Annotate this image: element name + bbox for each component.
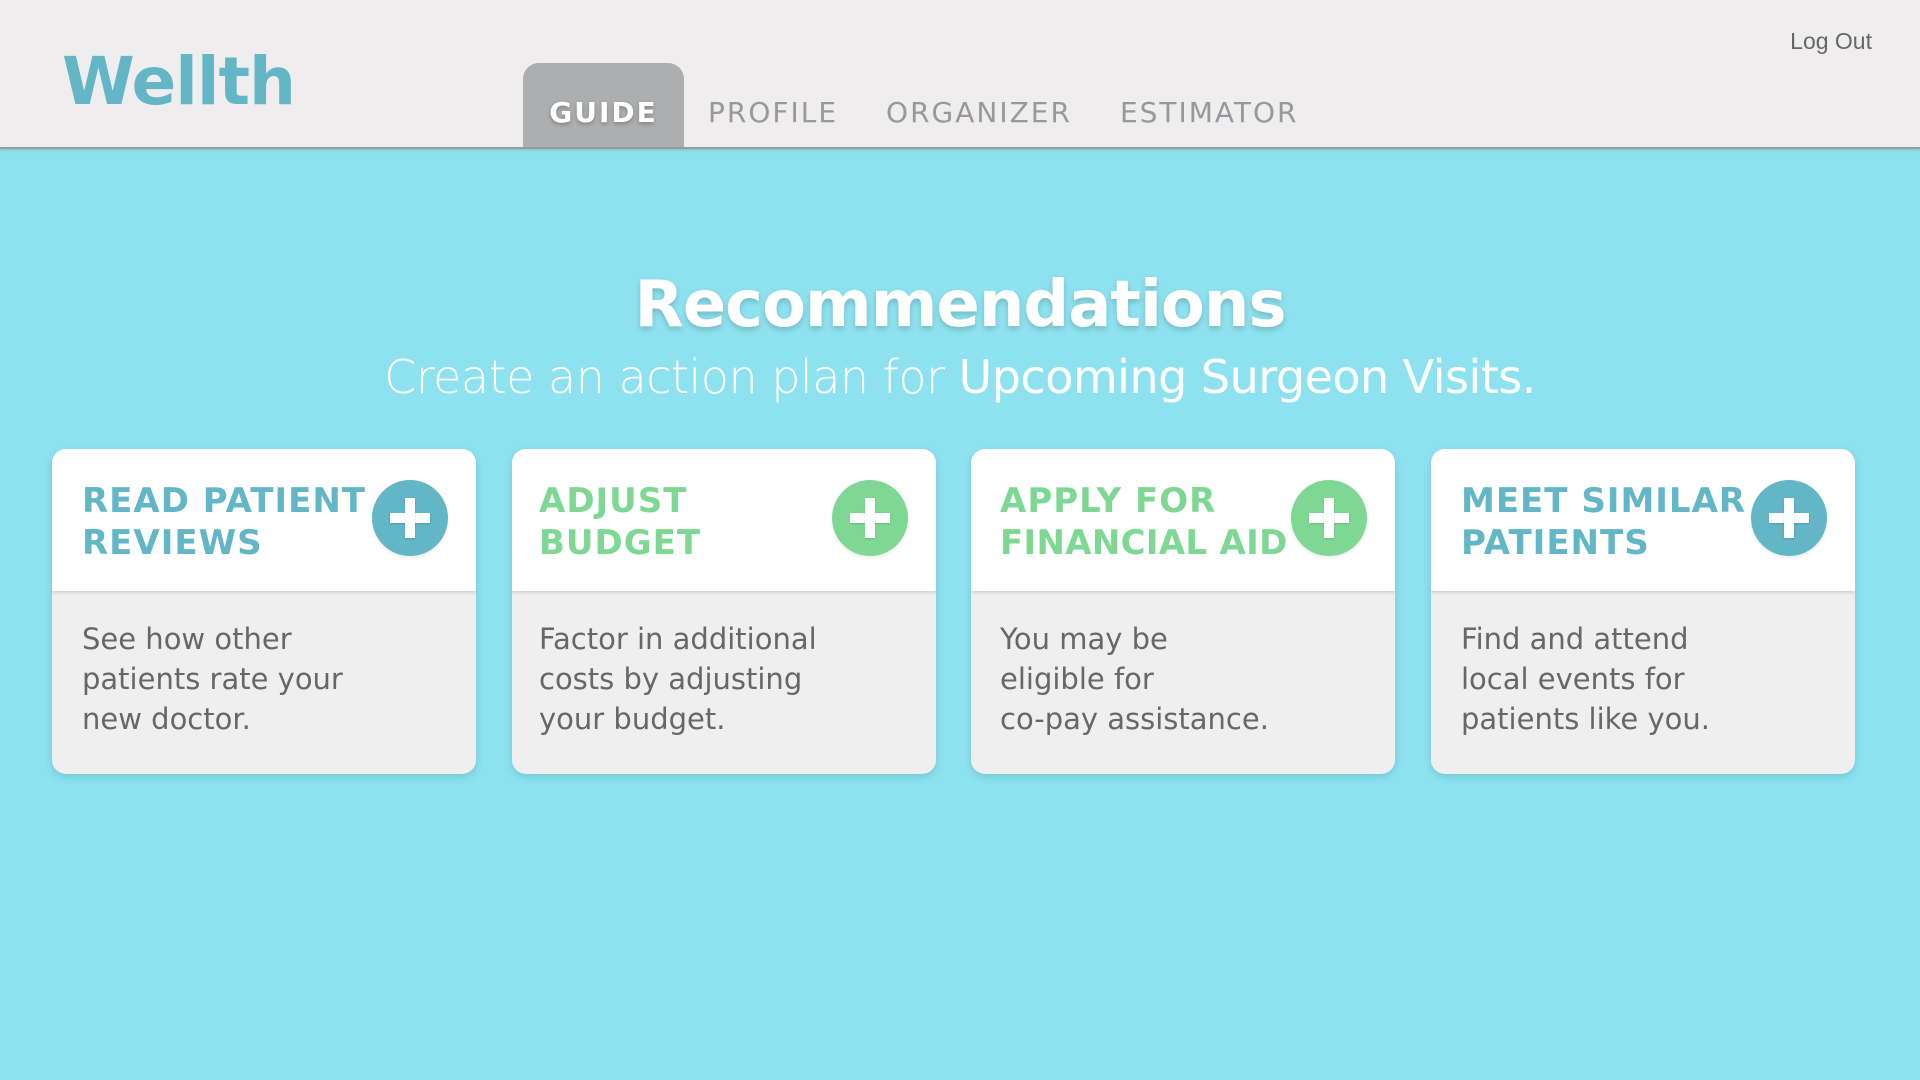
card-description: Factor in additional costs by adjusting … [539,619,899,739]
card-desc-line: You may be [1000,622,1168,656]
card-desc-line: costs by adjusting [539,662,803,696]
card-desc-line: local events for [1461,662,1685,696]
card-title-line: MEET SIMILAR [1461,481,1747,521]
card-title-line: PATIENTS [1461,523,1650,563]
card-header: APPLY FOR FINANCIAL AID [971,449,1395,591]
card-description: See how other patients rate your new doc… [82,619,442,739]
card-header: MEET SIMILAR PATIENTS [1431,449,1855,591]
wellth-logo[interactable]: Wellth [62,44,296,120]
subtitle-prefix: Create an action plan for [384,350,959,404]
recommendation-card-adjust-budget[interactable]: ADJUST BUDGET Factor in additional costs… [512,449,936,774]
recommendation-card-financial-aid[interactable]: APPLY FOR FINANCIAL AID You may be eligi… [971,449,1395,774]
plus-icon[interactable] [1291,480,1367,556]
card-title: ADJUST BUDGET [539,480,829,564]
top-header: Wellth GUIDE PROFILE ORGANIZER ESTIMATOR… [0,0,1920,149]
page-title: Recommendations [634,268,1286,342]
card-desc-line: co-pay assistance. [1000,702,1269,736]
card-desc-line: new doctor. [82,702,251,736]
tab-guide[interactable]: GUIDE [523,63,684,147]
card-title-line: ADJUST [539,481,688,521]
card-desc-line: patients rate your [82,662,343,696]
card-title-line: READ PATIENT [82,481,366,521]
recommendation-card-meet-patients[interactable]: MEET SIMILAR PATIENTS Find and attend lo… [1431,449,1855,774]
card-desc-line: Find and attend [1461,622,1689,656]
card-desc-line: eligible for [1000,662,1154,696]
card-desc-line: patients like you. [1461,702,1710,736]
card-title-line: BUDGET [539,523,702,563]
plus-icon[interactable] [1751,480,1827,556]
card-desc-line: See how other [82,622,292,656]
card-title-line: FINANCIAL AID [1000,523,1288,563]
plus-icon[interactable] [832,480,908,556]
card-title-line: APPLY FOR [1000,481,1217,521]
tab-profile[interactable]: PROFILE [684,63,862,147]
card-title-line: REVIEWS [82,523,263,563]
page-subtitle: Create an action plan for Upcoming Surge… [0,350,1920,404]
card-desc-line: Factor in additional [539,622,817,656]
plus-icon[interactable] [372,480,448,556]
tab-estimator[interactable]: ESTIMATOR [1096,63,1323,147]
card-desc-line: your budget. [539,702,726,736]
card-description: Find and attend local events for patient… [1461,619,1821,739]
card-title: APPLY FOR FINANCIAL AID [1000,480,1310,564]
recommendation-card-read-reviews[interactable]: READ PATIENT REVIEWS See how other patie… [52,449,476,774]
subtitle-highlight: Upcoming Surgeon Visits. [958,350,1537,404]
card-header: ADJUST BUDGET [512,449,936,591]
card-description: You may be eligible for co-pay assistanc… [1000,619,1360,739]
tab-organizer[interactable]: ORGANIZER [862,63,1096,147]
card-title: READ PATIENT REVIEWS [82,480,372,564]
card-title: MEET SIMILAR PATIENTS [1461,480,1751,564]
card-header: READ PATIENT REVIEWS [52,449,476,591]
main-nav: GUIDE PROFILE ORGANIZER ESTIMATOR [523,63,1323,147]
logout-link[interactable]: Log Out [1790,28,1872,55]
